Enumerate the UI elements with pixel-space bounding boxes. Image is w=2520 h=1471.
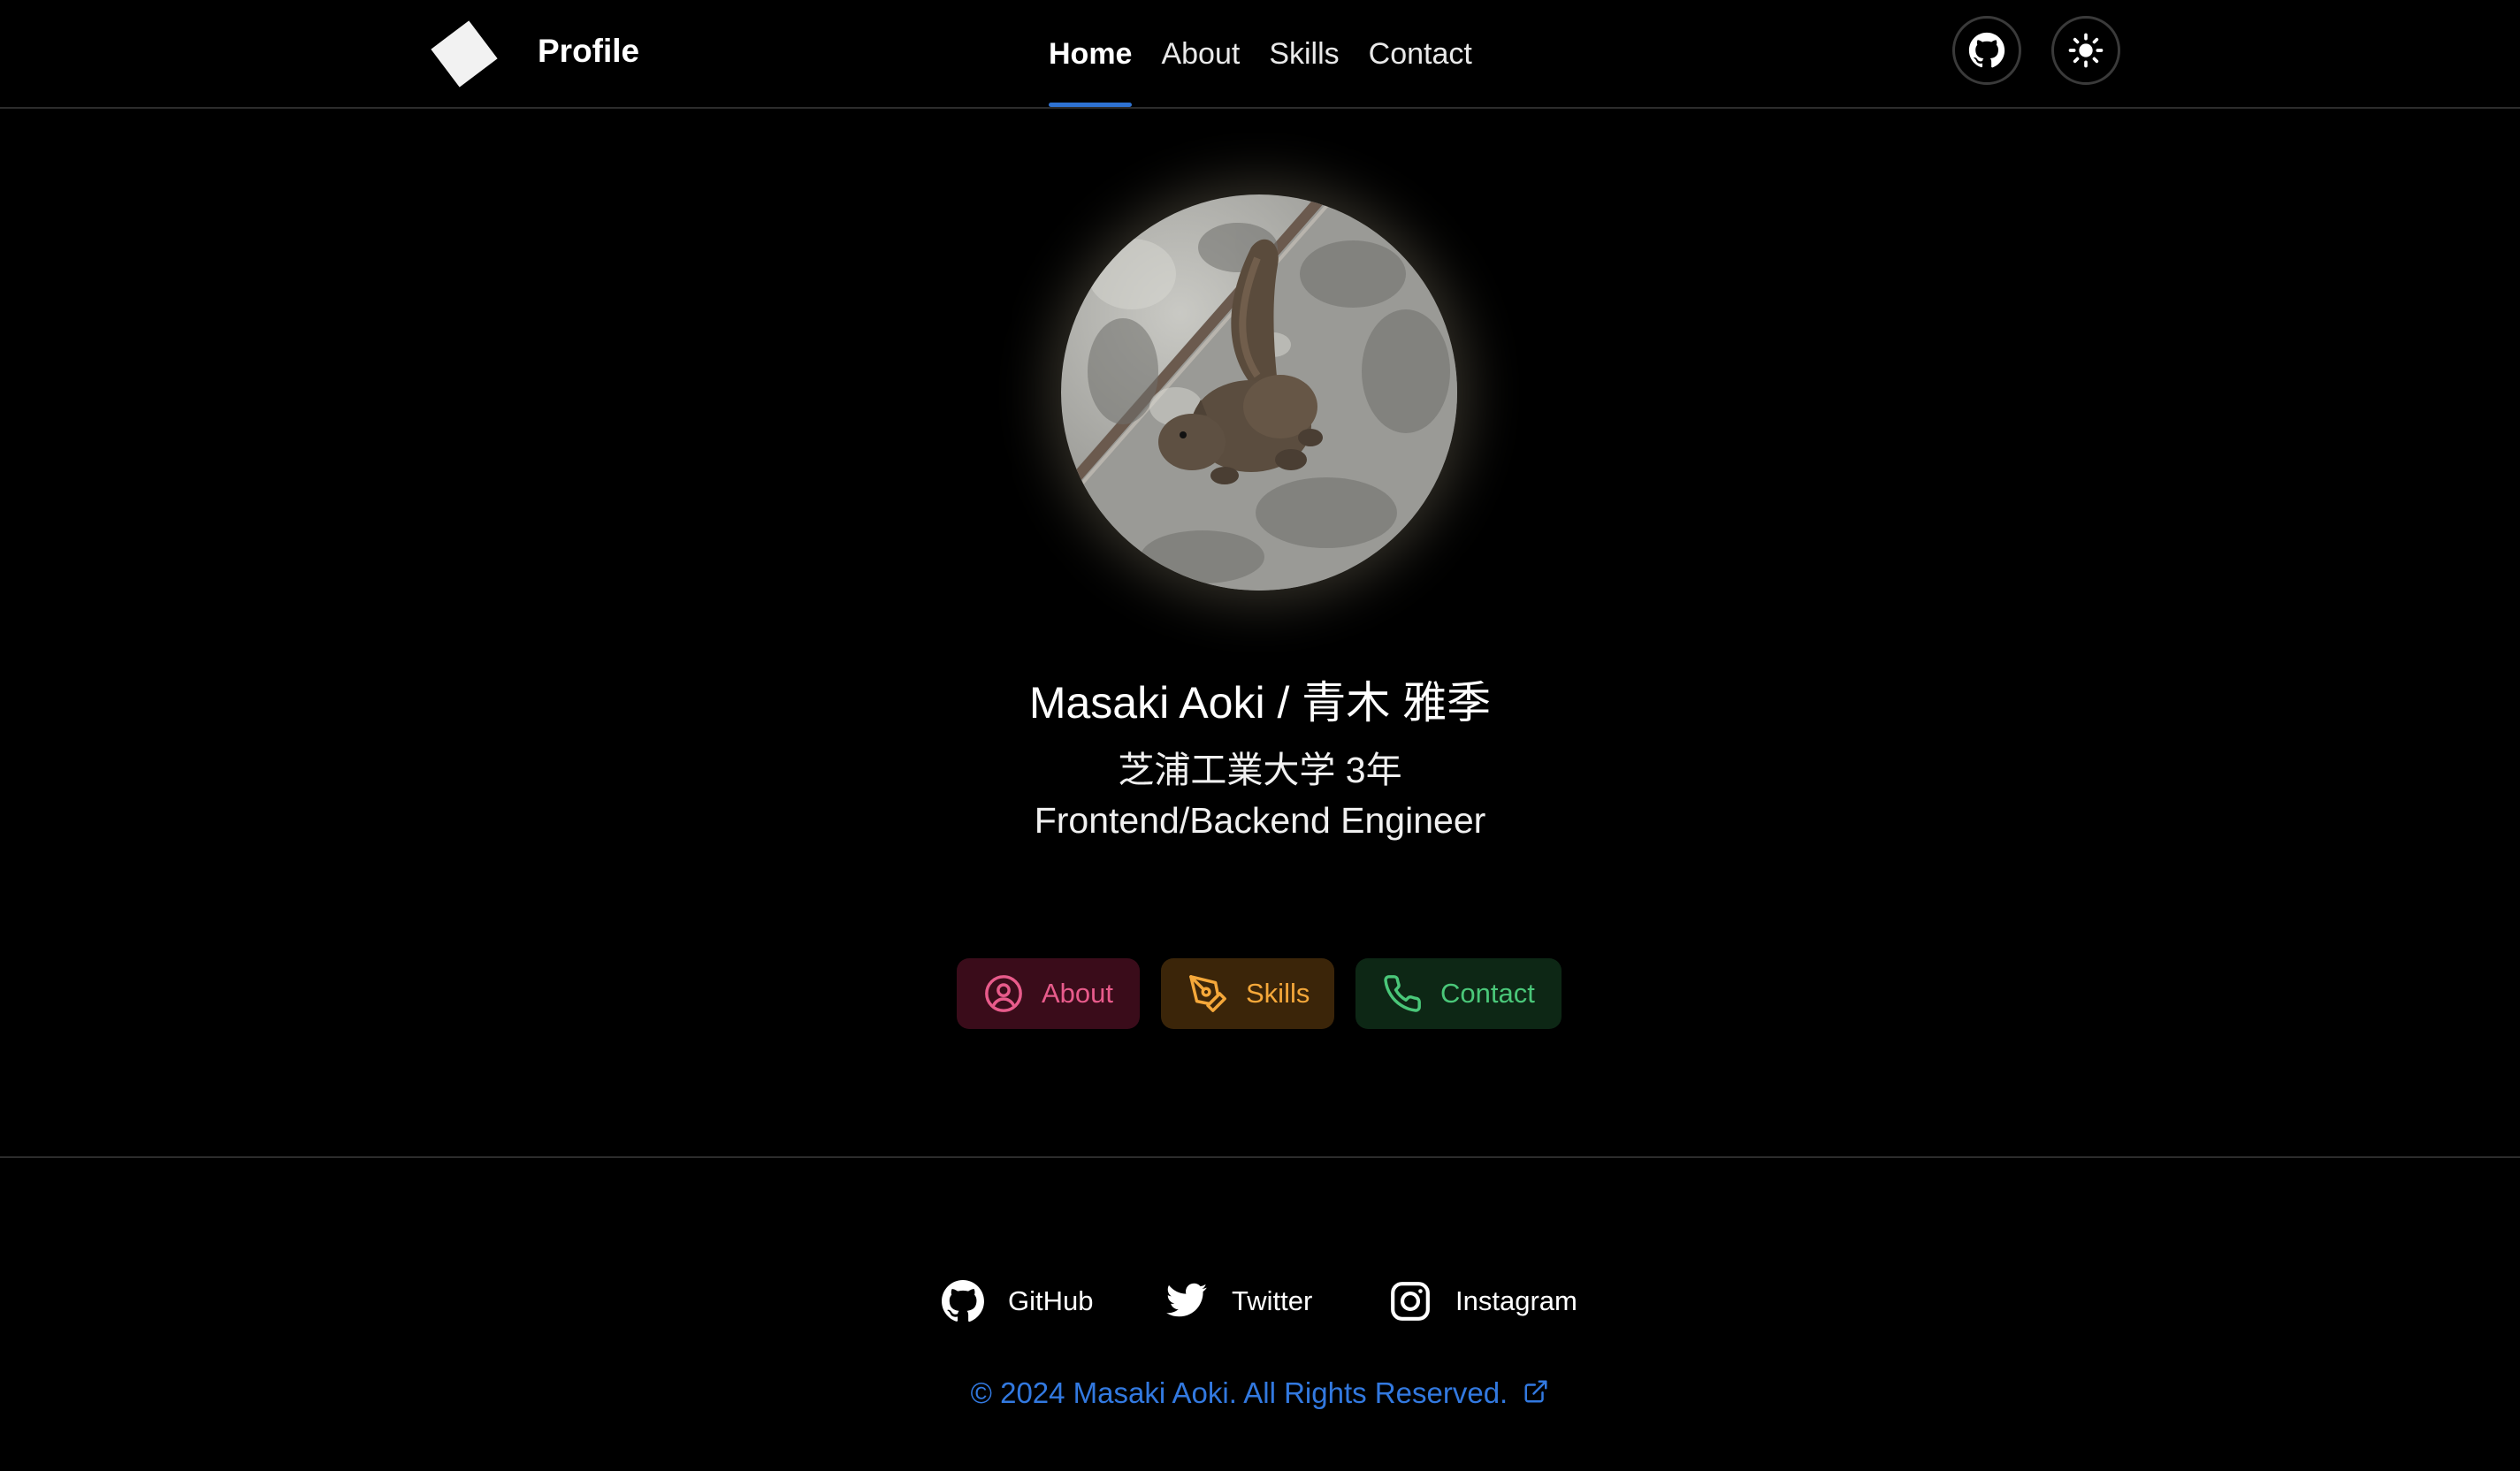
about-button[interactable]: About	[957, 958, 1140, 1029]
sun-icon	[2068, 33, 2104, 68]
instagram-icon	[1391, 1282, 1430, 1321]
nav-home[interactable]: Home	[1049, 34, 1133, 107]
footer-github-link[interactable]: GitHub	[941, 1277, 1093, 1326]
footer-twitter-link[interactable]: Twitter	[1165, 1277, 1312, 1326]
pen-tool-icon	[1189, 975, 1226, 1012]
twitter-icon	[1166, 1283, 1207, 1317]
profile-name: Masaki Aoki / 青木 雅季	[1028, 678, 1492, 728]
phone-icon	[1384, 975, 1421, 1012]
contact-button[interactable]: Contact	[1355, 958, 1562, 1029]
external-link-icon	[1524, 1380, 1547, 1403]
brand-title[interactable]: Profile	[538, 30, 639, 72]
user-circle-icon	[985, 975, 1022, 1012]
skills-button-label: Skills	[1246, 978, 1310, 1009]
site-header: Profile Home About Skills Contact	[0, 0, 2520, 109]
contact-button-label: Contact	[1440, 978, 1535, 1009]
cta-buttons: About Skills Contact	[0, 958, 2520, 1029]
profile-school: 芝浦工業大学 3年	[1118, 750, 1402, 790]
profile-role: Frontend/Backend Engineer	[1034, 800, 1486, 841]
nav-contact[interactable]: Contact	[1369, 34, 1472, 73]
nav-skills[interactable]: Skills	[1269, 34, 1339, 73]
site-footer: GitHub Twitter Instagram © 2024 Masaki A…	[0, 1156, 2520, 1471]
nav-about[interactable]: About	[1161, 34, 1240, 73]
theme-toggle-button[interactable]	[2051, 16, 2120, 85]
footer-github-label: GitHub	[1008, 1285, 1094, 1316]
avatar	[1061, 194, 1457, 591]
footer-instagram-link[interactable]: Instagram	[1388, 1277, 1577, 1326]
skills-button[interactable]: Skills	[1161, 958, 1334, 1029]
github-button[interactable]	[1952, 16, 2021, 85]
footer-twitter-label: Twitter	[1232, 1285, 1313, 1316]
main-nav: Home About Skills Contact	[1049, 0, 1472, 107]
footer-instagram-label: Instagram	[1455, 1285, 1577, 1316]
copyright-link[interactable]: © 2024 Masaki Aoki. All Rights Reserved.	[0, 1374, 2520, 1413]
logo-icon[interactable]	[429, 19, 500, 89]
github-icon	[942, 1280, 984, 1322]
about-button-label: About	[1042, 978, 1114, 1009]
squirrel-photo	[1061, 194, 1457, 591]
github-icon	[1968, 32, 2005, 68]
copyright-text: © 2024 Masaki Aoki. All Rights Reserved.	[970, 1376, 1508, 1409]
